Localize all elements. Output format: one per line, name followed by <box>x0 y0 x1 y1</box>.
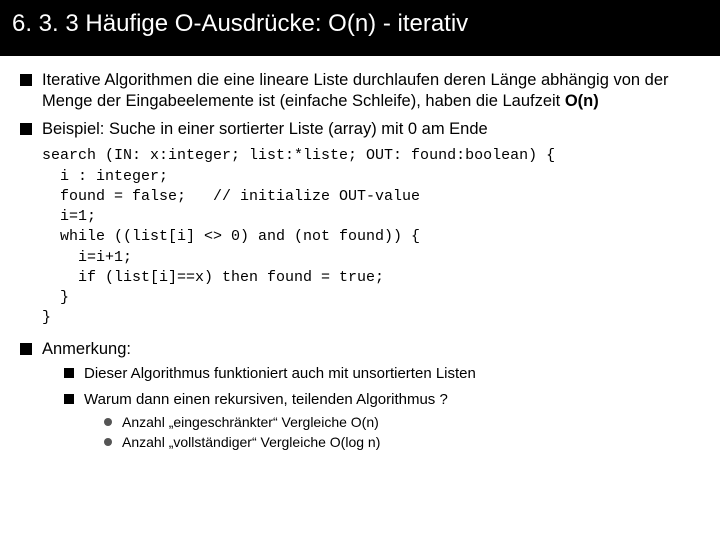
disc-item: Anzahl „eingeschränkter“ Vergleiche O(n) <box>104 413 700 433</box>
bullet-item: Iterative Algorithmen die eine lineare L… <box>20 70 700 113</box>
bullet-list: Iterative Algorithmen die eine lineare L… <box>20 70 700 140</box>
sub-bullet-text: Warum dann einen rekursiven, teilenden A… <box>84 391 448 408</box>
sub-bullet-item: Warum dann einen rekursiven, teilenden A… <box>64 390 700 453</box>
sub-bullet-item: Dieser Algorithmus funktioniert auch mit… <box>64 364 700 384</box>
bullet-text: Anmerkung: <box>42 340 131 358</box>
bullet-text: Beispiel: Suche in einer sortierter List… <box>42 120 488 138</box>
disc-text: Anzahl „eingeschränkter“ Vergleiche O(n) <box>122 414 379 430</box>
slide-title: 6. 3. 3 Häufige O-Ausdrücke: O(n) - iter… <box>12 10 468 37</box>
bullet-list: Anmerkung: Dieser Algorithmus funktionie… <box>20 339 700 453</box>
code-block: search (IN: x:integer; list:*liste; OUT:… <box>42 146 700 328</box>
bullet-bold: O(n) <box>565 92 599 110</box>
bullet-item: Beispiel: Suche in einer sortierter List… <box>20 119 700 140</box>
disc-text: Anzahl „vollständiger“ Vergleiche O(log … <box>122 434 380 450</box>
slide-body: Iterative Algorithmen die eine lineare L… <box>0 56 720 452</box>
sub-bullet-list: Dieser Algorithmus funktioniert auch mit… <box>64 364 700 452</box>
sub-bullet-text: Dieser Algorithmus funktioniert auch mit… <box>84 365 476 382</box>
disc-item: Anzahl „vollständiger“ Vergleiche O(log … <box>104 433 700 453</box>
disc-list: Anzahl „eingeschränkter“ Vergleiche O(n)… <box>104 413 700 452</box>
bullet-item: Anmerkung: Dieser Algorithmus funktionie… <box>20 339 700 453</box>
slide-header: 6. 3. 3 Häufige O-Ausdrücke: O(n) - iter… <box>0 0 720 56</box>
